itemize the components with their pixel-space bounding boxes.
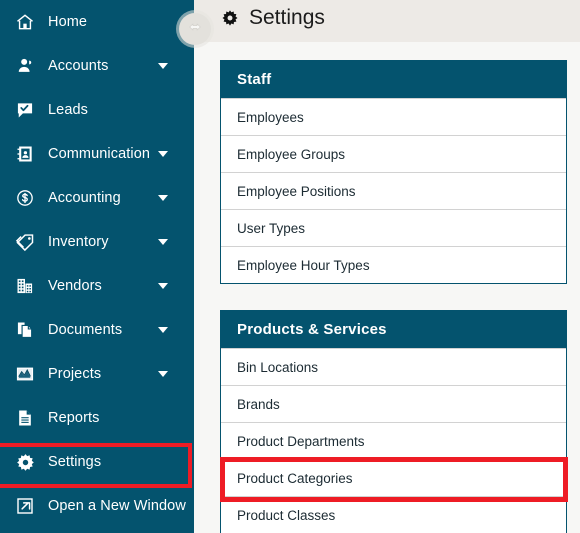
document-icon [14,407,36,429]
panel-row-product-categories[interactable]: Product Categories [221,459,566,496]
sidebar-item-leads[interactable]: Leads [0,88,194,132]
chevron-down-icon[interactable] [158,151,168,157]
sidebar-item-accounting[interactable]: Accounting [0,176,194,220]
panel-row-employees[interactable]: Employees [221,98,566,135]
panel-row-employee-positions[interactable]: Employee Positions [221,172,566,209]
sidebar-item-home[interactable]: Home [0,0,194,44]
double-arrow-horizontal-icon [184,16,206,43]
sidebar-item-accounts[interactable]: Accounts [0,44,194,88]
sidebar-item-label: Inventory [48,234,109,250]
sidebar-item-reports[interactable]: Reports [0,396,194,440]
page-header: Settings [194,0,580,42]
chat-check-icon [14,99,36,121]
panel-staff: Staff Employees Employee Groups Employee… [220,60,567,284]
dollar-circle-icon [14,187,36,209]
panel-header: Products & Services [221,311,566,348]
sidebar-item-label: Settings [48,454,102,470]
chart-icon [14,363,36,385]
tag-icon [14,231,36,253]
sidebar-item-communication[interactable]: Communication [0,132,194,176]
chevron-down-icon[interactable] [158,239,168,245]
panel-row-user-types[interactable]: User Types [221,209,566,246]
panel-row-product-classes[interactable]: Product Classes [221,496,566,533]
panel-header: Staff [221,61,566,98]
sidebar-item-inventory[interactable]: Inventory [0,220,194,264]
sidebar-item-label: Reports [48,410,100,426]
contact-book-icon [14,143,36,165]
sidebar-item-label: Accounts [48,58,109,74]
home-icon [14,11,36,33]
sidebar-item-label: Communication [48,146,151,162]
user-icon [14,55,36,77]
gear-icon [220,8,240,28]
sidebar-item-label: Accounting [48,190,121,206]
sidebar-item-label: Home [48,14,88,30]
page-title-text: Settings [249,6,325,29]
sidebar-item-projects[interactable]: Projects [0,352,194,396]
panel-row-brands[interactable]: Brands [221,385,566,422]
sidebar: Home Accounts Leads Communication Accoun… [0,0,194,533]
sidebar-item-vendors[interactable]: Vendors [0,264,194,308]
sidebar-item-label: Open a New Window [48,498,186,514]
sidebar-item-label: Projects [48,366,102,382]
app-window: Home Accounts Leads Communication Accoun… [0,0,580,533]
chevron-down-icon[interactable] [158,283,168,289]
settings-content: Staff Employees Employee Groups Employee… [194,42,580,533]
chevron-down-icon[interactable] [158,195,168,201]
panel-products-and-services: Products & Services Bin Locations Brands… [220,310,567,533]
panel-row-product-departments[interactable]: Product Departments [221,422,566,459]
chevron-down-icon[interactable] [158,371,168,377]
chevron-down-icon[interactable] [158,327,168,333]
sidebar-item-documents[interactable]: Documents [0,308,194,352]
page-title: Settings [220,6,325,30]
sidebar-collapse-toggle[interactable] [179,13,211,45]
sidebar-item-open-a-new-window[interactable]: Open a New Window [0,484,194,528]
panel-row-employee-groups[interactable]: Employee Groups [221,135,566,172]
sidebar-item-label: Documents [48,322,123,338]
sidebar-item-label: Vendors [48,278,102,294]
panel-row-bin-locations[interactable]: Bin Locations [221,348,566,385]
sidebar-item-settings[interactable]: Settings [0,440,194,484]
sidebar-item-label: Leads [48,102,89,118]
panel-row-employee-hour-types[interactable]: Employee Hour Types [221,246,566,283]
building-icon [14,275,36,297]
external-link-icon [14,495,36,517]
gear-icon [14,451,36,473]
chevron-down-icon[interactable] [158,63,168,69]
copy-icon [14,319,36,341]
